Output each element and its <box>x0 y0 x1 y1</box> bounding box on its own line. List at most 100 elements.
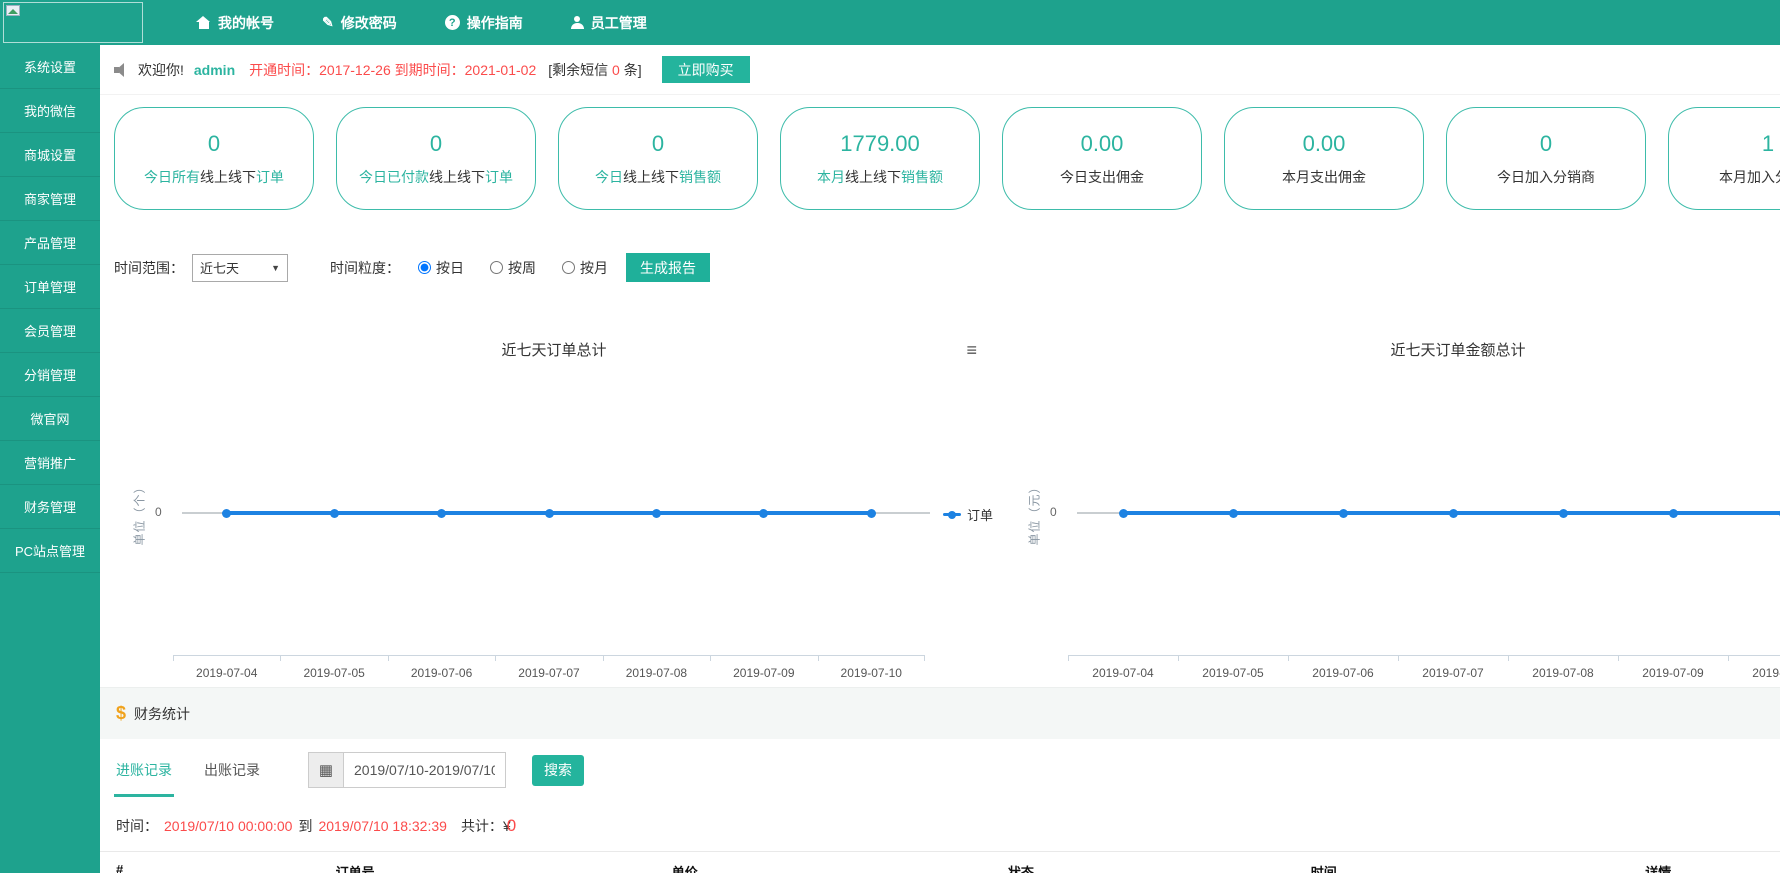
filter-bar: 时间范围： 近七天 ▼ 时间粒度： 按日按周按月 生成报告 <box>100 240 1780 287</box>
stat-card-label-part: 本月支出佣金 <box>1282 169 1366 185</box>
data-point <box>1449 509 1458 518</box>
sms-suffix: 条] <box>620 62 642 78</box>
radio-input[interactable] <box>562 261 575 274</box>
sidebar-item[interactable]: 分销管理 <box>0 353 100 397</box>
dollar-icon: $ <box>116 703 126 724</box>
search-button[interactable]: 搜索 <box>532 755 584 786</box>
sidebar-item[interactable]: PC站点管理 <box>0 529 100 573</box>
stat-card-label-part: 本月加入分销商 <box>1719 169 1780 185</box>
topbar: 我的帐号 ✎修改密码 ?操作指南 员工管理 <box>0 0 1780 45</box>
y-axis-label: 单位（个） <box>131 480 148 545</box>
topbar-menu-item[interactable]: 我的帐号 <box>196 13 274 33</box>
table-header-cell: 状态 <box>1008 862 1311 873</box>
menu-item-label: 我的帐号 <box>218 13 274 33</box>
stat-card: 1本月加入分销商 <box>1668 107 1780 210</box>
topbar-menu-item[interactable]: 员工管理 <box>571 13 647 33</box>
granularity-option[interactable]: 按周 <box>490 258 536 278</box>
sidebar-item[interactable]: 订单管理 <box>0 265 100 309</box>
stat-card: 0.00 本月支出佣金 <box>1224 107 1424 210</box>
tab-进账记录[interactable]: 进账记录 <box>116 739 172 801</box>
finance-tabs-row: 进账记录出账记录 ▦ 搜索 <box>100 739 1780 801</box>
account-period: 开通时间：2017-12-26 到期时间：2021-01-02 <box>249 60 536 80</box>
x-axis-tick-label: 2019-07-05 <box>280 656 387 680</box>
topbar-menu-item[interactable]: ✎修改密码 <box>322 13 397 33</box>
sidebar-item[interactable]: 微官网 <box>0 397 100 441</box>
stat-card-label: 本月支出佣金 <box>1282 167 1366 187</box>
x-axis-tick-label: 2019-07-07 <box>495 656 602 680</box>
legend-marker <box>943 513 961 516</box>
menu-item-label: 员工管理 <box>591 13 647 33</box>
stat-card-label-part: 销售额 <box>679 169 721 185</box>
stat-card-label: 今日支出佣金 <box>1060 167 1144 187</box>
sms-prefix: [剩余短信 <box>548 62 612 78</box>
stat-card-label-part: 今日支出佣金 <box>1060 169 1144 185</box>
stat-card: 0今日线上线下销售额 <box>558 107 758 210</box>
welcome-bar: 欢迎你! admin 开通时间：2017-12-26 到期时间：2021-01-… <box>100 45 1780 95</box>
question-icon: ? <box>445 15 460 30</box>
chevron-down-icon: ▼ <box>271 263 280 273</box>
stat-card-label-part: 今日已付款 <box>359 169 429 185</box>
granularity-option[interactable]: 按月 <box>562 258 608 278</box>
stat-card-label: 本月加入分销商 <box>1719 167 1780 187</box>
stat-card-label-part: 订单 <box>256 169 284 185</box>
radio-input[interactable] <box>418 261 431 274</box>
stat-card-label-part: 本月 <box>817 169 845 185</box>
sidebar: 系统设置我的微信商城设置商家管理产品管理订单管理会员管理分销管理微官网营销推广财… <box>0 45 100 873</box>
stat-card-label: 今日已付款线上线下订单 <box>359 167 513 187</box>
stat-card-label-part: 销售额 <box>901 169 943 185</box>
calendar-button[interactable]: ▦ <box>308 752 344 788</box>
radio-input[interactable] <box>490 261 503 274</box>
home-icon <box>196 16 211 29</box>
summary-to-label: 到 <box>298 816 312 836</box>
granularity-option[interactable]: 按日 <box>418 258 464 278</box>
stat-card-value: 0.00 <box>1303 131 1346 157</box>
y-axis-tick: 0 <box>155 505 162 519</box>
x-axis-tick-label: 2019-07-06 <box>1288 656 1398 680</box>
finance-tabs: 进账记录出账记录 <box>116 739 292 801</box>
x-axis-tick-label: 2019-07-07 <box>1398 656 1508 680</box>
legend-item[interactable]: 订单 <box>943 505 993 524</box>
logo <box>3 2 143 43</box>
stat-card-label-part: 订单 <box>485 169 513 185</box>
x-axis: 2019-07-042019-07-052019-07-062019-07-07… <box>173 655 925 680</box>
chart-title: 近七天订单总计 <box>113 339 995 360</box>
chart-menu-icon[interactable]: ≡ <box>966 341 977 359</box>
sidebar-item[interactable]: 财务管理 <box>0 485 100 529</box>
time-range-select[interactable]: 近七天 ▼ <box>192 254 288 282</box>
records-table-header: #订单号单价状态时间详情 <box>100 851 1780 873</box>
sidebar-item[interactable]: 产品管理 <box>0 221 100 265</box>
stat-card-value: 0 <box>652 131 664 157</box>
topbar-menu: 我的帐号 ✎修改密码 ?操作指南 员工管理 <box>196 13 647 33</box>
sms-count: 0 <box>612 62 620 78</box>
data-point <box>545 509 554 518</box>
username: admin <box>194 62 235 78</box>
radio-label: 按月 <box>580 258 608 278</box>
sidebar-item[interactable]: 营销推广 <box>0 441 100 485</box>
main-content: 欢迎你! admin 开通时间：2017-12-26 到期时间：2021-01-… <box>100 45 1780 873</box>
data-point <box>867 509 876 518</box>
sidebar-item[interactable]: 商城设置 <box>0 133 100 177</box>
speaker-icon <box>114 63 130 77</box>
x-axis-tick-label: 2019-07-09 <box>1618 656 1728 680</box>
time-range-label: 时间范围： <box>114 258 184 278</box>
sidebar-item[interactable]: 商家管理 <box>0 177 100 221</box>
finance-section-header: $ 财务统计 <box>100 687 1780 739</box>
tab-出账记录[interactable]: 出账记录 <box>204 739 260 801</box>
calendar-icon: ▦ <box>319 761 333 779</box>
date-range-input[interactable] <box>344 752 506 788</box>
sidebar-item[interactable]: 系统设置 <box>0 45 100 89</box>
buy-now-button[interactable]: 立即购买 <box>662 56 750 83</box>
stat-card-value: 0 <box>430 131 442 157</box>
charts-section: 近七天订单总计≡ 单位（个） 0 2019-07-042019-07-052019-0… <box>100 287 1780 687</box>
sidebar-item[interactable]: 我的微信 <box>0 89 100 133</box>
topbar-menu-item[interactable]: ?操作指南 <box>445 13 523 33</box>
sidebar-item[interactable]: 会员管理 <box>0 309 100 353</box>
welcome-greeting: 欢迎你! <box>138 60 184 80</box>
stat-card-label-part: 线上线下 <box>200 169 256 185</box>
stat-card-value: 0 <box>208 131 220 157</box>
x-axis: 2019-07-042019-07-052019-07-062019-07-07… <box>1068 655 1780 680</box>
generate-report-button[interactable]: 生成报告 <box>626 253 710 282</box>
menu-item-label: 修改密码 <box>341 13 397 33</box>
time-range-value: 近七天 <box>200 258 239 277</box>
radio-label: 按日 <box>436 258 464 278</box>
